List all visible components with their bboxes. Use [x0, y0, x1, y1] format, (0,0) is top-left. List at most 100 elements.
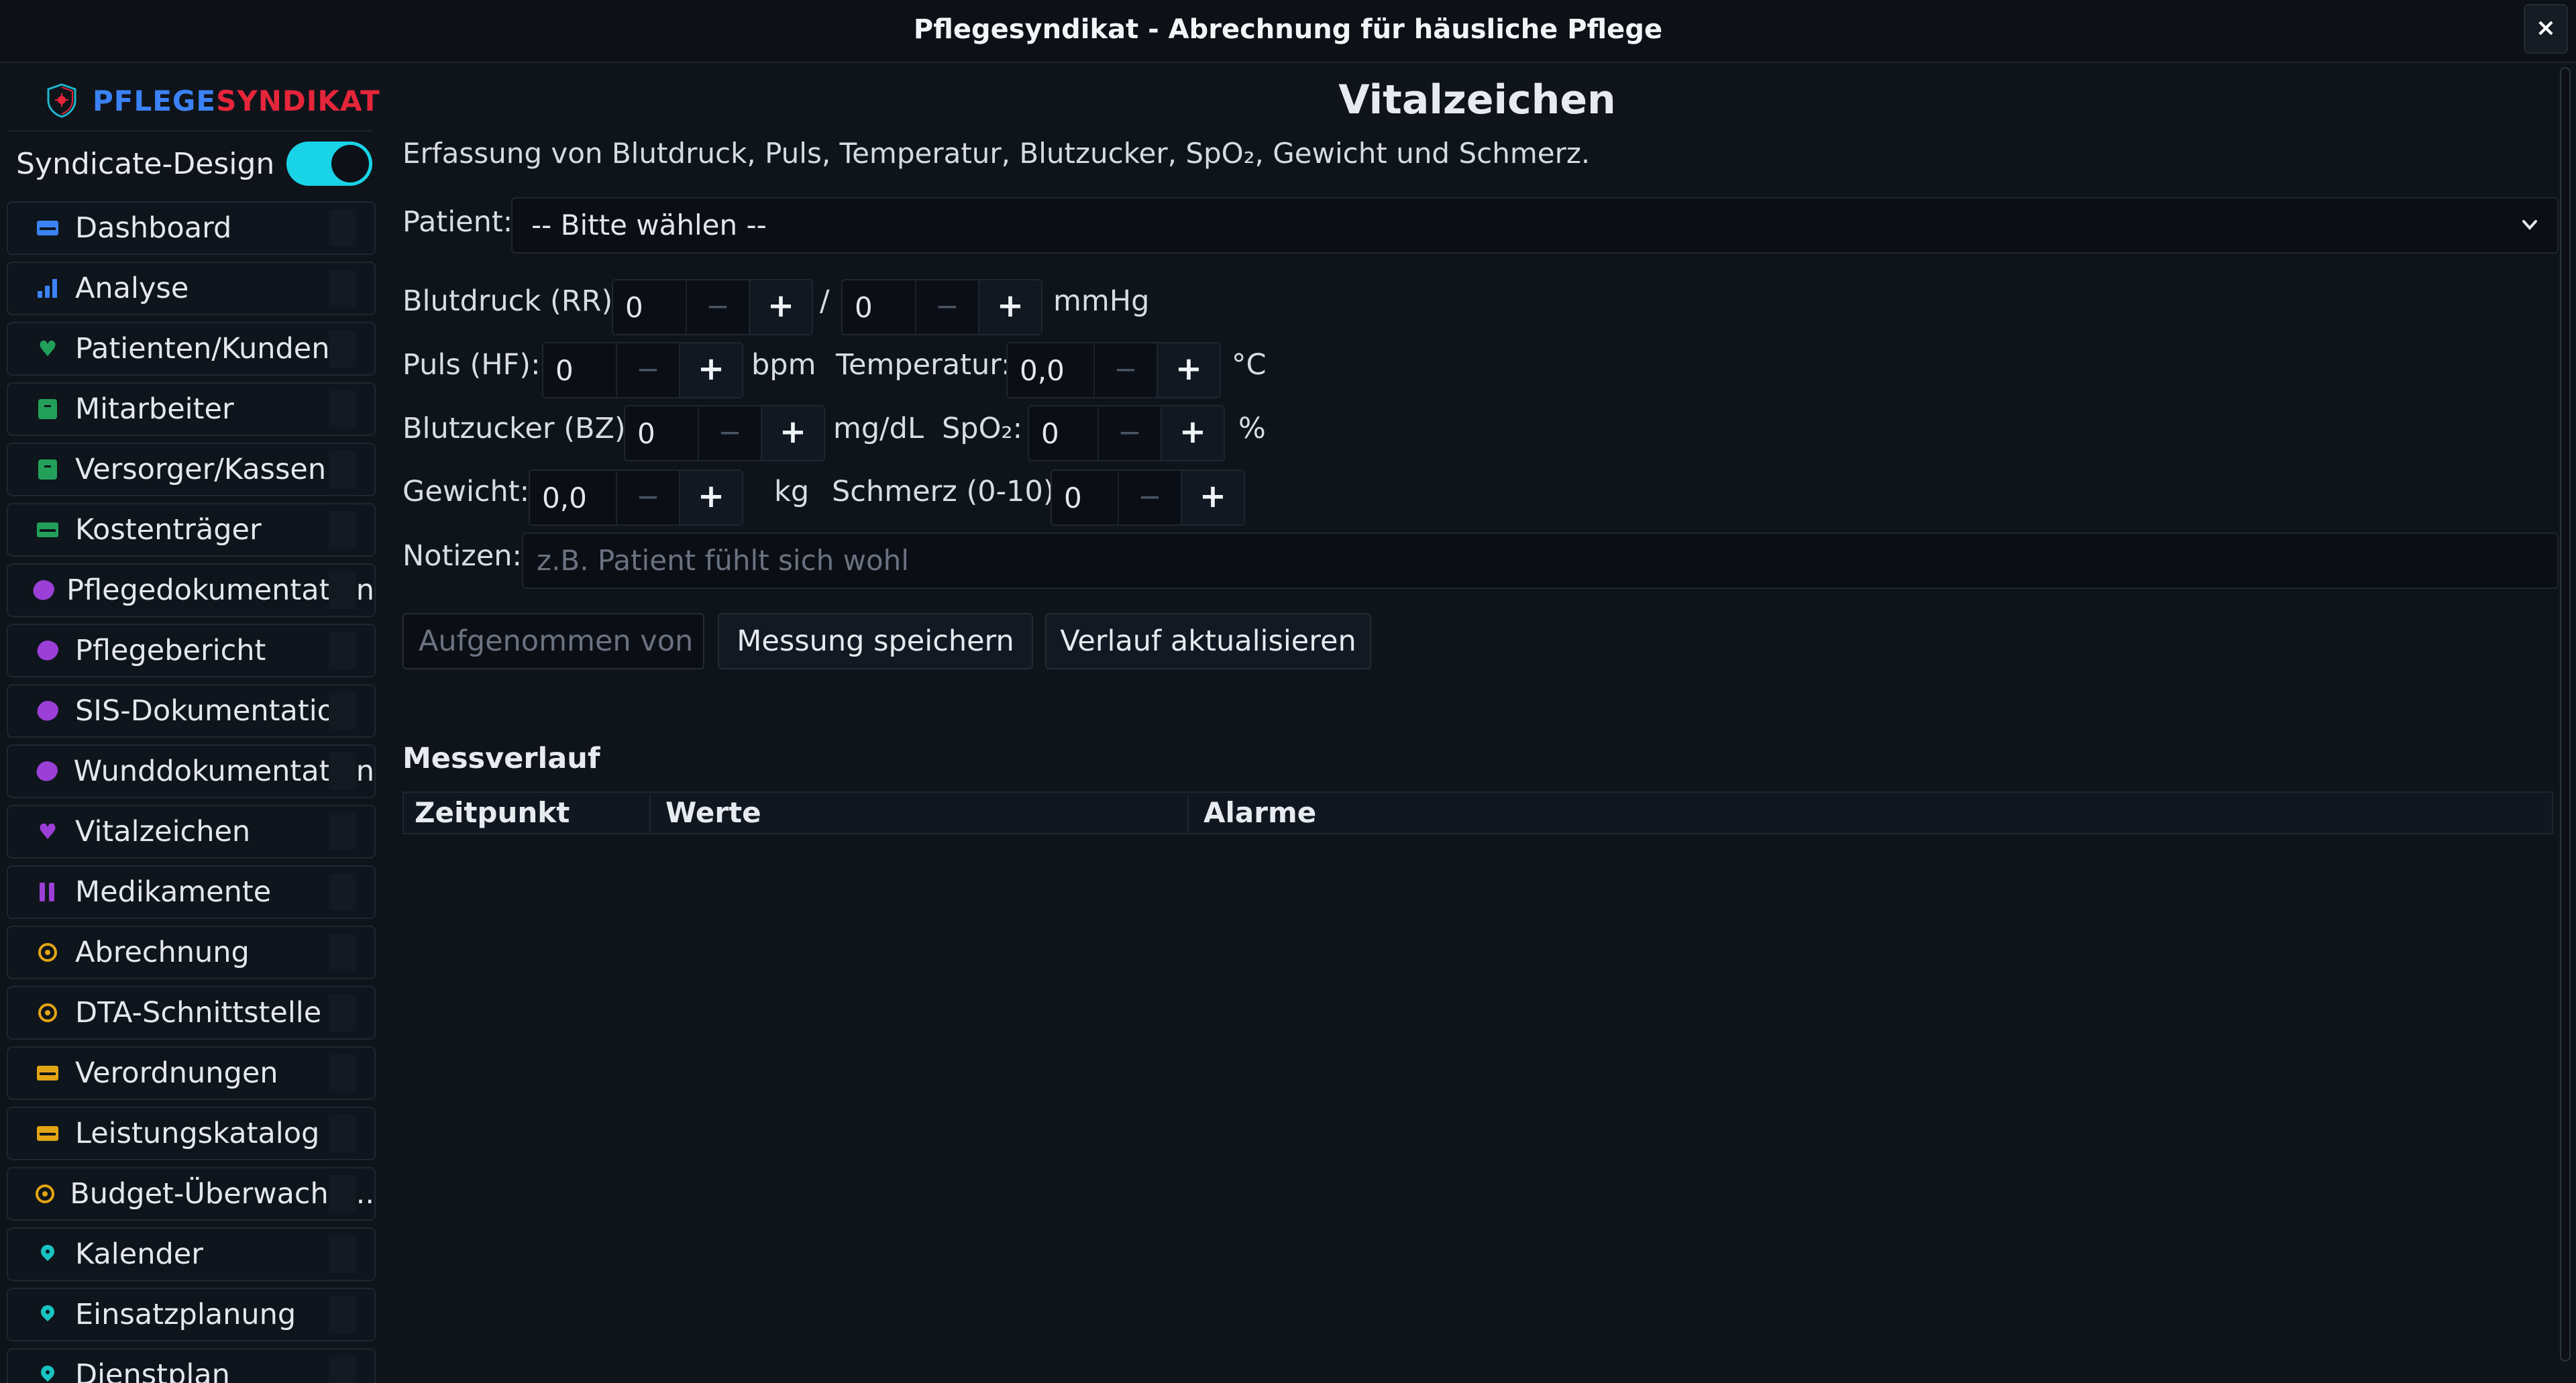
- glucose-minus-button[interactable]: −: [698, 406, 761, 460]
- weight-stepper[interactable]: 0,0 − +: [529, 469, 743, 526]
- sidebar-item-vitalzeichen[interactable]: ♥ Vitalzeichen: [7, 805, 376, 859]
- sidebar-item-accent: [329, 632, 356, 669]
- sidebar-item-einsatzplanung[interactable]: Einsatzplanung: [7, 1288, 376, 1341]
- spo2-plus-button[interactable]: +: [1161, 406, 1224, 460]
- pulse-unit: bpm: [751, 348, 816, 382]
- pulse-stepper[interactable]: 0 − +: [542, 342, 743, 398]
- bp-diastolic-plus-button[interactable]: +: [978, 280, 1041, 334]
- close-button[interactable]: ×: [2524, 4, 2568, 54]
- sidebar-item-budget-überwachu[interactable]: Budget-Überwachu...: [7, 1167, 376, 1221]
- pain-plus-button[interactable]: +: [1181, 471, 1244, 524]
- brand-divider: [9, 130, 372, 131]
- sidebar-item-mitarbeiter[interactable]: Mitarbeiter: [7, 382, 376, 436]
- sidebar-nav: Dashboard Analyse ♥ Patienten/Kunden Mitarbe…: [7, 201, 376, 1383]
- save-measurement-button[interactable]: Messung speichern: [718, 613, 1033, 669]
- column-header-values[interactable]: Werte: [665, 793, 761, 833]
- bp-systolic-value[interactable]: 0: [613, 291, 686, 324]
- briefcase-icon: [31, 399, 64, 419]
- sidebar-item-wunddokumentation[interactable]: Wunddokumentation: [7, 744, 376, 798]
- main-scrollbar[interactable]: [2560, 67, 2571, 1362]
- column-header-alarms[interactable]: Alarme: [1203, 793, 1316, 833]
- weight-unit: kg: [774, 475, 810, 508]
- bp-diastolic-minus-button[interactable]: −: [915, 280, 978, 334]
- sidebar-item-leistungskatalog[interactable]: Leistungskatalog: [7, 1107, 376, 1160]
- toggle-knob: [331, 145, 370, 182]
- sidebar-item-pflegebericht[interactable]: Pflegebericht: [7, 624, 376, 677]
- bp-slash: /: [820, 284, 830, 318]
- column-divider[interactable]: [649, 795, 651, 832]
- theme-toggle-label: Syndicate-Design: [16, 146, 275, 181]
- notes-input[interactable]: z.B. Patient fühlt sich wohl: [522, 533, 2559, 589]
- sidebar-item-pflegedokumentation[interactable]: Pflegedokumentation: [7, 563, 376, 617]
- column-divider[interactable]: [1187, 795, 1189, 832]
- weight-minus-button[interactable]: −: [616, 471, 679, 524]
- temperature-plus-button[interactable]: +: [1157, 343, 1220, 397]
- recorded-by-input[interactable]: Aufgenommen von: [402, 613, 704, 669]
- card-icon: [31, 1066, 64, 1081]
- brand-name-part1: PFLEGE: [93, 84, 217, 117]
- sidebar-item-analyse[interactable]: Analyse: [7, 262, 376, 315]
- weight-label: Gewicht:: [402, 475, 530, 508]
- sidebar-item-versorger-kassen[interactable]: Versorger/Kassen: [7, 443, 376, 496]
- sidebar-item-label: Pflegebericht: [75, 634, 266, 667]
- glucose-plus-button[interactable]: +: [761, 406, 824, 460]
- shield-logo-icon: [47, 83, 76, 118]
- sidebar-item-abrechnung[interactable]: Abrechnung: [7, 926, 376, 979]
- temperature-minus-button[interactable]: −: [1093, 343, 1157, 397]
- glucose-stepper[interactable]: 0 − +: [624, 405, 825, 461]
- sidebar-item-medikamente[interactable]: Medikamente: [7, 865, 376, 919]
- weight-plus-button[interactable]: +: [679, 471, 742, 524]
- pulse-plus-button[interactable]: +: [679, 343, 742, 397]
- sidebar-item-accent: [329, 1175, 356, 1213]
- pulse-value[interactable]: 0: [543, 354, 616, 387]
- weight-value[interactable]: 0,0: [530, 482, 616, 514]
- sidebar-item-sis-dokumentation[interactable]: SIS-Dokumentation: [7, 684, 376, 738]
- sidebar-item-accent: [329, 1054, 356, 1092]
- sidebar-item-label: Dienstplan: [75, 1358, 230, 1383]
- sidebar-item-accent: [329, 692, 356, 730]
- sidebar-item-kostenträger[interactable]: Kostenträger: [7, 503, 376, 557]
- column-header-timestamp[interactable]: Zeitpunkt: [415, 793, 570, 833]
- pulse-minus-button[interactable]: −: [616, 343, 679, 397]
- sidebar-item-verordnungen[interactable]: Verordnungen: [7, 1046, 376, 1100]
- sidebar-item-accent: [329, 511, 356, 549]
- sidebar-item-dienstplan[interactable]: Dienstplan: [7, 1348, 376, 1383]
- sidebar-item-accent: [329, 1235, 356, 1273]
- temperature-value[interactable]: 0,0: [1008, 354, 1093, 387]
- card-icon: [31, 221, 64, 235]
- page-title: Vitalzeichen: [1338, 76, 1616, 123]
- blob-icon: [30, 577, 57, 604]
- sidebar: PFLEGE SYNDIKAT Syndicate-Design Dashboar…: [0, 63, 382, 1383]
- bp-systolic-stepper[interactable]: 0 − +: [612, 279, 813, 335]
- pain-value[interactable]: 0: [1052, 482, 1118, 514]
- sidebar-item-label: Medikamente: [75, 875, 272, 909]
- bp-diastolic-value[interactable]: 0: [843, 291, 915, 324]
- patient-select-value: -- Bitte wählen --: [531, 209, 767, 241]
- spo2-minus-button[interactable]: −: [1097, 406, 1161, 460]
- sidebar-item-accent: [329, 571, 356, 609]
- sidebar-item-patienten-kunden[interactable]: ♥ Patienten/Kunden: [7, 322, 376, 376]
- sidebar-item-kalender[interactable]: Kalender: [7, 1227, 376, 1281]
- patient-select[interactable]: -- Bitte wählen --: [511, 197, 2559, 254]
- spo2-stepper[interactable]: 0 − +: [1028, 405, 1225, 461]
- bp-diastolic-stepper[interactable]: 0 − +: [841, 279, 1042, 335]
- sidebar-item-accent: [329, 1115, 356, 1152]
- theme-toggle-switch[interactable]: [286, 142, 373, 186]
- refresh-history-button[interactable]: Verlauf aktualisieren: [1045, 613, 1371, 669]
- title-bar: Pflegesyndikat - Abrechnung für häuslich…: [0, 0, 2576, 63]
- bp-systolic-minus-button[interactable]: −: [686, 280, 749, 334]
- spo2-value[interactable]: 0: [1029, 417, 1097, 450]
- temperature-unit: °C: [1232, 348, 1267, 382]
- temperature-stepper[interactable]: 0,0 − +: [1006, 342, 1221, 398]
- glucose-value[interactable]: 0: [625, 417, 698, 450]
- sidebar-item-dashboard[interactable]: Dashboard: [7, 201, 376, 255]
- bp-systolic-plus-button[interactable]: +: [749, 280, 812, 334]
- sidebar-item-label: Versorger/Kassen: [75, 453, 327, 486]
- sidebar-item-label: Abrechnung: [75, 936, 250, 969]
- blob-icon: [31, 698, 64, 724]
- pain-minus-button[interactable]: −: [1118, 471, 1181, 524]
- sidebar-item-dta-schnittstelle[interactable]: DTA-Schnittstelle: [7, 986, 376, 1040]
- sidebar-item-label: Kostenträger: [75, 513, 262, 547]
- main-content: Vitalzeichen Erfassung von Blutdruck, Pu…: [382, 63, 2559, 1383]
- pain-stepper[interactable]: 0 − +: [1051, 469, 1245, 526]
